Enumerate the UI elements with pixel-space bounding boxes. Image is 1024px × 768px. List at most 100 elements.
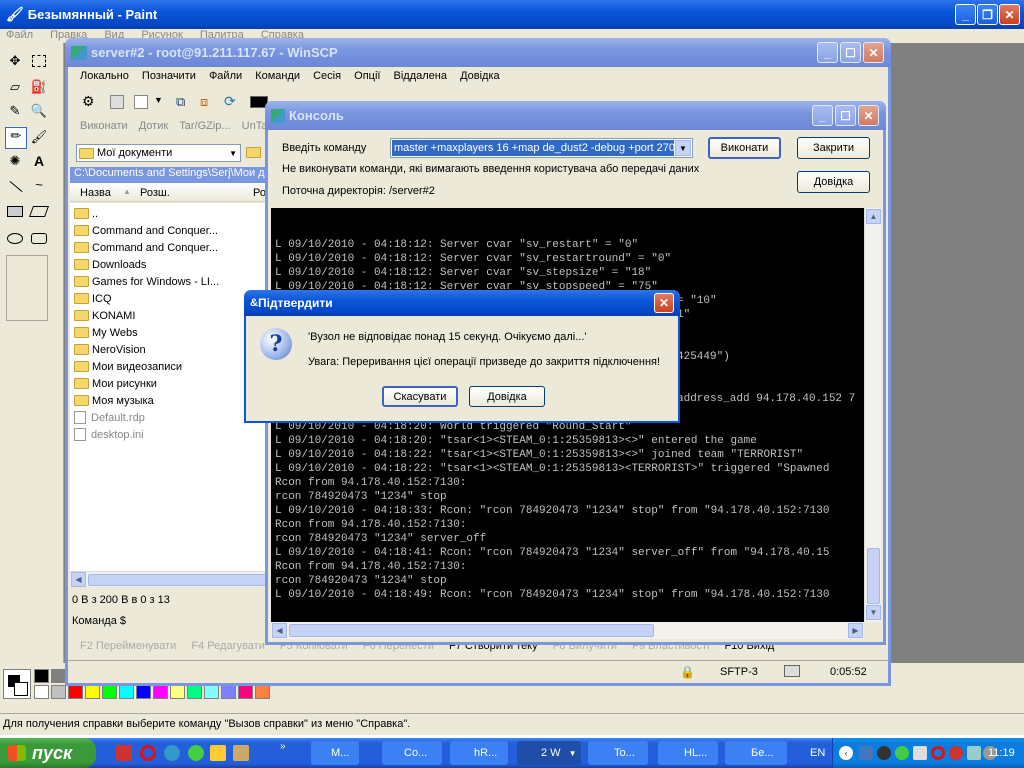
opera-tray-icon[interactable]	[931, 746, 945, 760]
list-item[interactable]: Downloads	[70, 256, 269, 273]
tool-options-box[interactable]	[6, 255, 48, 321]
palette-swatch[interactable]	[170, 685, 185, 699]
task-opera[interactable]: M...	[311, 741, 359, 765]
list-item[interactable]: desktop.ini	[70, 426, 269, 443]
cancel-button[interactable]: Скасувати	[382, 386, 458, 407]
paint-titlebar[interactable]: 🖌 Безымянный - Paint _ ❐ ✕	[0, 0, 1024, 29]
quicklaunch-icon-1[interactable]	[116, 745, 132, 761]
hscroll-right-arrow[interactable]: ▶	[848, 623, 863, 638]
console-hscrollbar[interactable]: ◀ ▶	[271, 622, 864, 639]
palette-swatch[interactable]	[238, 685, 253, 699]
clock[interactable]: 11:19	[988, 747, 1015, 759]
palette-swatch[interactable]	[34, 669, 49, 683]
tray-icon-4[interactable]	[913, 746, 927, 760]
targzip-tool[interactable]: Tar/GZip...	[179, 120, 230, 132]
palette-swatch[interactable]	[102, 685, 117, 699]
quicklaunch-more-icon[interactable]: »	[280, 741, 286, 752]
task-hl[interactable]: HL...	[658, 741, 718, 765]
airbrush-tool[interactable]: ✺	[6, 153, 24, 171]
palette-swatch[interactable]	[51, 669, 66, 683]
picker-tool[interactable]: ✎	[6, 103, 24, 121]
console-maximize-button[interactable]: ☐	[835, 105, 856, 126]
menu-remote[interactable]: Віддалена	[394, 70, 447, 82]
rect-tool[interactable]	[7, 206, 23, 217]
list-item[interactable]: KONAMI	[70, 307, 269, 324]
steam-tray-icon[interactable]	[877, 746, 891, 760]
icq-icon[interactable]	[188, 745, 204, 761]
compare-icon[interactable]: ⧉	[176, 94, 185, 110]
list-item[interactable]: Мои рисунки	[70, 375, 269, 392]
scroll-thumb[interactable]	[88, 574, 266, 586]
dialog-titlebar[interactable]: & Підтвердити ✕	[244, 290, 680, 316]
command-input[interactable]: master +maxplayers 16 +map de_dust2 -deb…	[392, 140, 674, 156]
queue-icon[interactable]	[110, 95, 124, 109]
restore-button[interactable]: ❐	[977, 4, 998, 25]
current-colors[interactable]	[3, 669, 31, 699]
execute-button[interactable]: Виконати	[708, 137, 781, 159]
hscroll-left-arrow[interactable]: ◀	[272, 623, 287, 638]
fill-tool[interactable]: ⛽	[30, 79, 48, 97]
refresh-icon[interactable]: ⟳	[224, 93, 236, 110]
curve-tool[interactable]: ~	[30, 177, 48, 195]
magnifier-icon[interactable]: 🔍	[30, 103, 48, 121]
winscp-maximize-button[interactable]: ☐	[840, 42, 861, 63]
console-close-button[interactable]: ✕	[858, 105, 879, 126]
volume-icon[interactable]	[967, 746, 981, 760]
dropdown-icon[interactable]: ▼	[154, 95, 163, 105]
task-winscp-group[interactable]: 2 W ▼	[517, 741, 581, 765]
scroll-left-arrow[interactable]: ◀	[71, 572, 86, 587]
opera-icon[interactable]	[140, 745, 156, 761]
palette-swatch[interactable]	[136, 685, 151, 699]
minimize-button[interactable]: _	[955, 4, 976, 25]
list-item[interactable]: NeroVision	[70, 341, 269, 358]
col-ext-header[interactable]: Розш.	[140, 187, 170, 199]
palette-swatch[interactable]	[34, 685, 49, 699]
ellipse-tool[interactable]	[7, 233, 23, 244]
scroll-up-arrow[interactable]: ▲	[866, 209, 881, 224]
dialog-help-button[interactable]: Довідка	[469, 386, 545, 407]
menu-help[interactable]: Довідка	[460, 70, 500, 82]
task-hr[interactable]: hR...	[450, 741, 508, 765]
untar-tool[interactable]: UnTa	[242, 120, 268, 132]
list-item[interactable]: Мои видеозаписи	[70, 358, 269, 375]
location-combo[interactable]: Мої документи ▼	[76, 144, 241, 162]
menu-commands[interactable]: Команди	[255, 70, 300, 82]
list-item[interactable]: My Webs	[70, 324, 269, 341]
close-console-button[interactable]: Закрити	[797, 137, 870, 159]
menu-local[interactable]: Локально	[80, 70, 129, 82]
quicklaunch-icon-6[interactable]	[233, 745, 249, 761]
preferences-icon[interactable]: ⚙	[82, 93, 95, 110]
task-co[interactable]: Co...	[382, 741, 442, 765]
palette-swatch[interactable]	[153, 685, 168, 699]
close-button[interactable]: ✕	[999, 4, 1020, 25]
paint-menu-file[interactable]: Файл	[6, 29, 33, 41]
palette-swatch[interactable]	[85, 685, 100, 699]
list-item[interactable]: Command and Conquer...	[70, 222, 269, 239]
list-item[interactable]: Default.rdp	[70, 409, 269, 426]
palette-swatch[interactable]	[204, 685, 219, 699]
scroll-down-arrow[interactable]: ▼	[866, 605, 881, 620]
eraser-tool[interactable]: ▱	[6, 79, 24, 97]
console-vscrollbar[interactable]: ▲ ▼	[864, 208, 881, 622]
winscp-close-button[interactable]: ✕	[863, 42, 884, 63]
rounded-rect-tool[interactable]	[31, 233, 47, 244]
f2-rename-button[interactable]: F2 Перейменувати	[80, 640, 176, 652]
touch-tool[interactable]: Дотик	[139, 120, 168, 132]
task-to[interactable]: To...	[588, 741, 648, 765]
language-indicator[interactable]: EN	[810, 747, 825, 759]
vscroll-thumb[interactable]	[867, 548, 880, 604]
menu-options[interactable]: Опції	[354, 70, 380, 82]
winscp-minimize-button[interactable]: _	[817, 42, 838, 63]
palette-swatch[interactable]	[68, 685, 83, 699]
local-file-list[interactable]: .. Command and Conquer... Command and Conq…	[70, 203, 269, 573]
palette-swatch[interactable]	[221, 685, 236, 699]
palette-swatch[interactable]	[187, 685, 202, 699]
winscp-titlebar[interactable]: server#2 - root@91.211.117.67 - WinSCP _…	[65, 38, 891, 67]
open-folder-icon[interactable]	[246, 147, 261, 158]
local-hscrollbar[interactable]: ◀	[70, 571, 269, 587]
f4-edit-button[interactable]: F4 Редагувати	[191, 640, 264, 652]
polygon-tool[interactable]	[28, 206, 50, 217]
quicklaunch-icon-5[interactable]	[210, 745, 226, 761]
console-minimize-button[interactable]: _	[812, 105, 833, 126]
pencil-tool[interactable]: ✏	[5, 127, 27, 149]
